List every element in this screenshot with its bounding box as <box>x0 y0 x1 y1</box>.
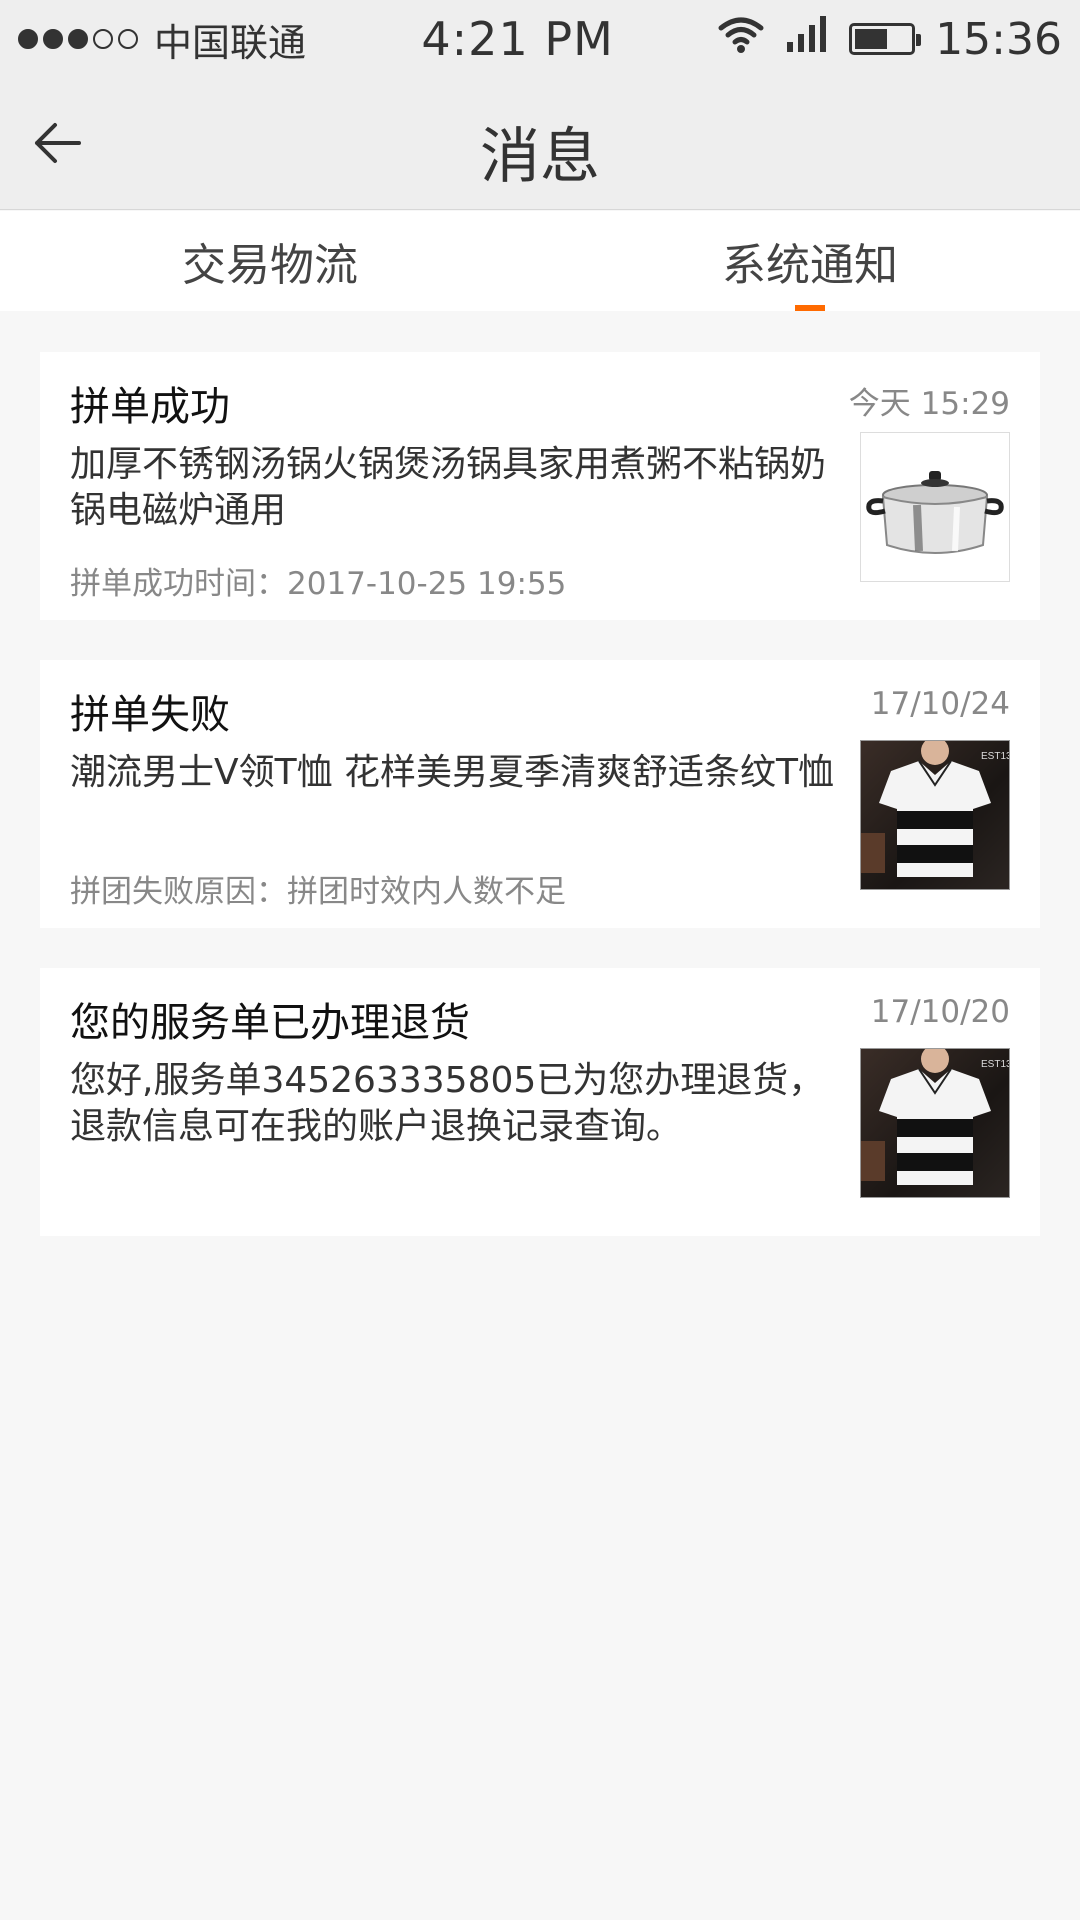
message-date: 今天 15:29 <box>848 386 1010 422</box>
tab-label: 交易物流 <box>182 240 358 291</box>
wifi-icon <box>717 14 765 64</box>
carrier-name: 中国联通 <box>154 20 307 65</box>
message-title: 您的服务单已办理退货 <box>70 1000 470 1046</box>
message-meta: 拼单成功时间：2017-10-25 19:55 <box>70 566 567 602</box>
signal-dots <box>18 29 138 49</box>
battery-icon <box>849 23 922 55</box>
nav-bar: 消息 <box>0 78 1080 210</box>
message-title: 拼单失败 <box>70 692 230 738</box>
svg-text:EST13: EST13 <box>981 1059 1009 1070</box>
message-body: 潮流男士V领T恤 花样美男夏季清爽舒适条纹T恤 <box>70 752 835 793</box>
message-title: 拼单成功 <box>70 384 230 430</box>
message-date: 17/10/24 <box>870 686 1010 722</box>
message-card[interactable]: 拼单成功 今天 15:29 加厚不锈钢汤锅火锅煲汤锅具家用煮粥不粘锅奶锅电磁炉通… <box>40 352 1040 620</box>
message-date: 17/10/20 <box>870 994 1010 1030</box>
battery-level <box>855 29 888 49</box>
status-clock: 4:21 PM <box>421 12 614 66</box>
striped-tshirt-image: EST13 <box>860 740 1010 890</box>
signal-dot <box>118 29 138 49</box>
message-meta: 拼团失败原因：拼团时效内人数不足 <box>70 874 566 910</box>
tab-system-notice[interactable]: 系统通知 <box>540 211 1080 311</box>
striped-tshirt-image: EST13 <box>860 1048 1010 1198</box>
cell-signal-icon <box>785 14 829 64</box>
message-card[interactable]: 拼单失败 17/10/24 潮流男士V领T恤 花样美男夏季清爽舒适条纹T恤 拼团… <box>40 660 1040 928</box>
tab-label: 系统通知 <box>722 240 898 291</box>
active-tab-indicator <box>795 305 825 311</box>
svg-text:EST13: EST13 <box>981 751 1009 762</box>
page-title: 消息 <box>480 122 600 192</box>
message-body: 您好,服务单345263335805已为您办理退货，退款信息可在我的账户退换记录… <box>70 1060 825 1147</box>
signal-dot <box>43 29 63 49</box>
message-body: 加厚不锈钢汤锅火锅煲汤锅具家用煮粥不粘锅奶锅电磁炉通用 <box>70 444 827 531</box>
signal-dot <box>68 29 88 49</box>
status-time: 15:36 <box>935 13 1062 65</box>
signal-dot <box>18 29 38 49</box>
cooking-pot-image <box>860 432 1010 582</box>
tab-trade-logistics[interactable]: 交易物流 <box>0 211 540 311</box>
status-bar: 中国联通 4:21 PM 15:36 <box>0 0 1080 78</box>
signal-dot <box>93 29 113 49</box>
tab-bar: 交易物流 系统通知 <box>0 211 1080 311</box>
message-card[interactable]: 您的服务单已办理退货 17/10/20 您好,服务单345263335805已为… <box>40 968 1040 1236</box>
